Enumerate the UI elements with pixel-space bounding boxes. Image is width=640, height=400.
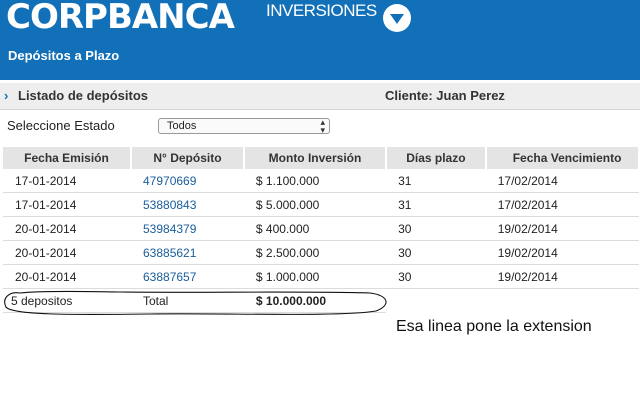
hand-drawn-outline <box>4 290 387 315</box>
cell-term-days: 30 <box>386 240 486 265</box>
cell-maturity-date: 19/02/2014 <box>485 216 639 241</box>
cell-term-days: 31 <box>386 192 486 217</box>
client-name: Cliente: Juan Perez <box>385 88 505 103</box>
table-row: 17-01-2014 53880843 $ 5.000.000 31 17/02… <box>3 192 639 217</box>
column-header[interactable]: Días plazo <box>386 147 487 169</box>
column-header[interactable]: Monto Inversión <box>243 147 388 169</box>
cell-term-days: 30 <box>386 216 486 241</box>
empty-cell <box>386 289 486 313</box>
cell-term-days: 31 <box>386 169 486 193</box>
table-header-row: Fecha Emisión N° Depósito Monto Inversió… <box>3 147 640 169</box>
cell-maturity-date: 17/02/2014 <box>485 192 639 217</box>
cell-amount: $ 1.100.000 <box>243 169 387 193</box>
column-header[interactable]: N° Depósito <box>131 147 245 169</box>
cell-issue-date: 20-01-2014 <box>3 216 131 241</box>
cell-issue-date: 17-01-2014 <box>3 192 131 217</box>
column-header[interactable]: Fecha Vencimiento <box>485 147 640 169</box>
deposit-number-link[interactable]: 47970669 <box>131 169 244 193</box>
status-filter-label: Seleccione Estado <box>7 118 115 133</box>
table-row: 17-01-2014 47970669 $ 1.100.000 31 17/02… <box>3 169 639 193</box>
cell-term-days: 30 <box>386 264 486 289</box>
cell-maturity-date: 17/02/2014 <box>485 169 639 193</box>
deposit-number-link[interactable]: 53880843 <box>131 192 244 217</box>
cell-amount: $ 5.000.000 <box>243 192 387 217</box>
page-title: Depósitos a Plazo <box>8 48 120 63</box>
breadcrumb: Listado de depósitos <box>18 88 149 103</box>
cell-amount: $ 2.500.000 <box>243 240 387 265</box>
status-select[interactable]: Todos ▴ ▾ <box>158 117 330 135</box>
table-row: 20-01-2014 63885621 $ 2.500.000 30 19/02… <box>3 240 639 265</box>
brand-logo: CORPBANCA <box>6 0 235 37</box>
status-select-value: Todos <box>167 120 197 132</box>
app-header: CORPBANCA INVERSIONES Depósitos a Plazo <box>0 0 640 80</box>
deposit-number-link[interactable]: 53984379 <box>131 216 244 241</box>
cell-amount: $ 400.000 <box>243 216 387 241</box>
cell-issue-date: 17-01-2014 <box>3 169 131 193</box>
chevron-right-icon: › <box>4 88 9 103</box>
cell-maturity-date: 19/02/2014 <box>485 240 639 265</box>
brand-subtitle: INVERSIONES <box>266 1 377 20</box>
subheader-bar: › Listado de depósitos Cliente: Juan Per… <box>0 83 640 110</box>
empty-cell <box>486 289 639 313</box>
deposit-number-link[interactable]: 63885621 <box>131 240 244 265</box>
cell-maturity-date: 19/02/2014 <box>485 264 639 289</box>
circle-down-triangle-icon <box>383 4 411 32</box>
select-arrows-icon: ▴ ▾ <box>320 117 325 135</box>
annotation-note: Esa linea pone la extension <box>396 318 592 335</box>
column-header[interactable]: Fecha Emisión <box>3 147 132 169</box>
table-row: 20-01-2014 53984379 $ 400.000 30 19/02/2… <box>3 216 639 241</box>
cell-issue-date: 20-01-2014 <box>3 240 131 265</box>
